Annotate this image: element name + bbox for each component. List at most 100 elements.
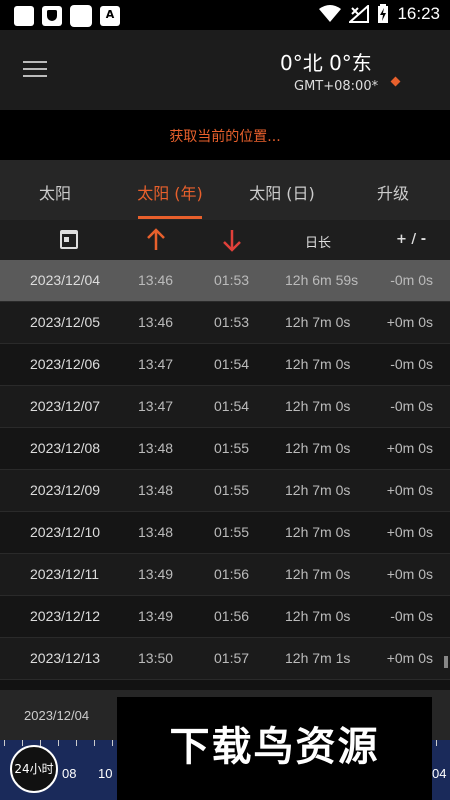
app-header: 0°北 0°东 GMT+08:00* (0, 30, 450, 110)
location-bar[interactable]: 获取当前的位置... (0, 110, 450, 160)
menu-icon[interactable] (23, 61, 47, 79)
timeline-tick (22, 740, 23, 746)
row-day-length: 12h 7m 0s (285, 482, 351, 498)
row-date: 2023/12/11 (30, 566, 100, 582)
row-sunset-time: 01:57 (214, 650, 250, 666)
tab-sun-day[interactable]: 太阳 (日) (237, 180, 327, 220)
row-day-length: 12h 7m 0s (285, 608, 351, 624)
selected-date[interactable]: 2023/12/04 (24, 708, 89, 723)
row-difference: -0m 0s (390, 398, 433, 414)
table-row[interactable]: 2023/12/05 13:46 01:53 12h 7m 0s +0m 0s (0, 302, 450, 344)
row-sunset-time: 01:56 (214, 608, 250, 624)
calendar-icon[interactable] (60, 230, 78, 249)
signal-icon (349, 5, 370, 23)
table-row[interactable]: 2023/12/09 13:48 01:55 12h 7m 0s +0m 0s (0, 470, 450, 512)
sunrise-arrow-up-icon[interactable] (146, 228, 166, 252)
table-row[interactable]: 2023/12/08 13:48 01:55 12h 7m 0s +0m 0s (0, 428, 450, 470)
timezone-label[interactable]: GMT+08:00* (294, 79, 378, 94)
timeline-tick (94, 740, 95, 746)
row-sunset-time: 01:54 (214, 356, 250, 372)
row-difference: +0m 0s (386, 314, 433, 330)
row-date: 2023/12/07 (30, 398, 101, 414)
shield-icon (42, 6, 62, 26)
row-sunrise-time: 13:49 (138, 608, 174, 624)
row-difference: +0m 0s (386, 566, 433, 582)
row-sunset-time: 01:54 (214, 398, 250, 414)
timeline-tick (112, 740, 113, 746)
row-sunset-time: 01:55 (214, 524, 250, 540)
sun-year-table: 2023/12/04 13:46 01:53 12h 6m 59s -0m 0s 2023… (0, 260, 450, 680)
row-day-length: 12h 6m 59s (285, 272, 359, 288)
timeline-label: 10 (98, 766, 113, 781)
location-marker-icon (390, 76, 401, 87)
day-length-header[interactable]: 日长 (305, 232, 331, 251)
table-row[interactable]: 2023/12/06 13:47 01:54 12h 7m 0s -0m 0s (0, 344, 450, 386)
row-sunrise-time: 13:48 (138, 524, 174, 540)
difference-header[interactable]: + / - (396, 232, 426, 247)
status-bar: 16:23 (0, 0, 450, 30)
tab-sun[interactable]: 太阳 (20, 180, 90, 220)
tab-upgrade[interactable]: 升级 (358, 180, 428, 220)
row-date: 2023/12/10 (30, 524, 101, 540)
active-tab-indicator (138, 216, 202, 219)
row-sunset-time: 01:53 (214, 314, 250, 330)
row-difference: -0m 0s (390, 608, 433, 624)
table-row[interactable]: 2023/12/10 13:48 01:55 12h 7m 0s +0m 0s (0, 512, 450, 554)
table-row[interactable]: 2023/12/07 13:47 01:54 12h 7m 0s -0m 0s (0, 386, 450, 428)
row-sunrise-time: 13:47 (138, 398, 174, 414)
watermark-logo: 下载鸟资源 (117, 697, 432, 800)
timeline-tick (4, 740, 5, 746)
location-status-text: 获取当前的位置... (169, 129, 281, 145)
row-sunset-time: 01:55 (214, 482, 250, 498)
row-difference: +0m 0s (386, 650, 433, 666)
clock: 16:23 (397, 4, 440, 23)
row-day-length: 12h 7m 0s (285, 356, 351, 372)
sunset-arrow-down-icon[interactable] (222, 228, 242, 252)
timeline-label: 04 (432, 766, 447, 781)
table-row[interactable]: 2023/12/12 13:49 01:56 12h 7m 0s -0m 0s (0, 596, 450, 638)
wifi-icon (319, 5, 342, 22)
row-sunrise-time: 13:48 (138, 440, 174, 456)
table-row[interactable]: 2023/12/11 13:49 01:56 12h 7m 0s +0m 0s (0, 554, 450, 596)
scrollbar-thumb[interactable] (444, 656, 448, 668)
row-sunrise-time: 13:46 (138, 272, 174, 288)
row-day-length: 12h 7m 0s (285, 566, 351, 582)
timeline-tick (436, 740, 437, 746)
row-sunrise-time: 13:46 (138, 314, 174, 330)
row-day-length: 12h 7m 1s (285, 650, 351, 666)
row-day-length: 12h 7m 0s (285, 314, 351, 330)
column-header: 日长 + / - (0, 220, 450, 260)
row-day-length: 12h 7m 0s (285, 440, 351, 456)
row-sunrise-time: 13:47 (138, 356, 174, 372)
row-sunrise-time: 13:50 (138, 650, 174, 666)
row-sunrise-time: 13:49 (138, 566, 174, 582)
row-day-length: 12h 7m 0s (285, 524, 351, 540)
row-sunrise-time: 13:48 (138, 482, 174, 498)
row-sunset-time: 01:55 (214, 440, 250, 456)
row-date: 2023/12/05 (30, 314, 101, 330)
table-row[interactable]: 2023/12/04 13:46 01:53 12h 6m 59s -0m 0s (0, 260, 450, 302)
row-sunset-time: 01:53 (214, 272, 250, 288)
row-difference: +0m 0s (386, 482, 433, 498)
row-difference: -0m 0s (390, 272, 433, 288)
row-difference: +0m 0s (386, 440, 433, 456)
table-row[interactable]: 2023/12/13 13:50 01:57 12h 7m 1s +0m 0s (0, 638, 450, 680)
row-date: 2023/12/09 (30, 482, 101, 498)
row-date: 2023/12/13 (30, 650, 101, 666)
battery-charging-icon (378, 4, 389, 23)
timeline-tick (76, 740, 77, 746)
timeline-label: 08 (62, 766, 77, 781)
tab-bar: 太阳 太阳 (年) 太阳 (日) 升级 (0, 160, 450, 220)
24-hour-toggle-button[interactable]: 24小时 (10, 745, 58, 793)
app-notification-icon (70, 5, 92, 27)
row-difference: -0m 0s (390, 356, 433, 372)
row-day-length: 12h 7m 0s (285, 398, 351, 414)
row-date: 2023/12/04 (30, 272, 101, 288)
app-notification-icon (14, 6, 34, 26)
tab-sun-year[interactable]: 太阳 (年) (125, 180, 215, 220)
location-coordinates[interactable]: 0°北 0°东 (280, 47, 372, 76)
row-date: 2023/12/08 (30, 440, 101, 456)
notification-icons (14, 5, 120, 27)
timeline-tick (58, 740, 59, 746)
row-difference: +0m 0s (386, 524, 433, 540)
